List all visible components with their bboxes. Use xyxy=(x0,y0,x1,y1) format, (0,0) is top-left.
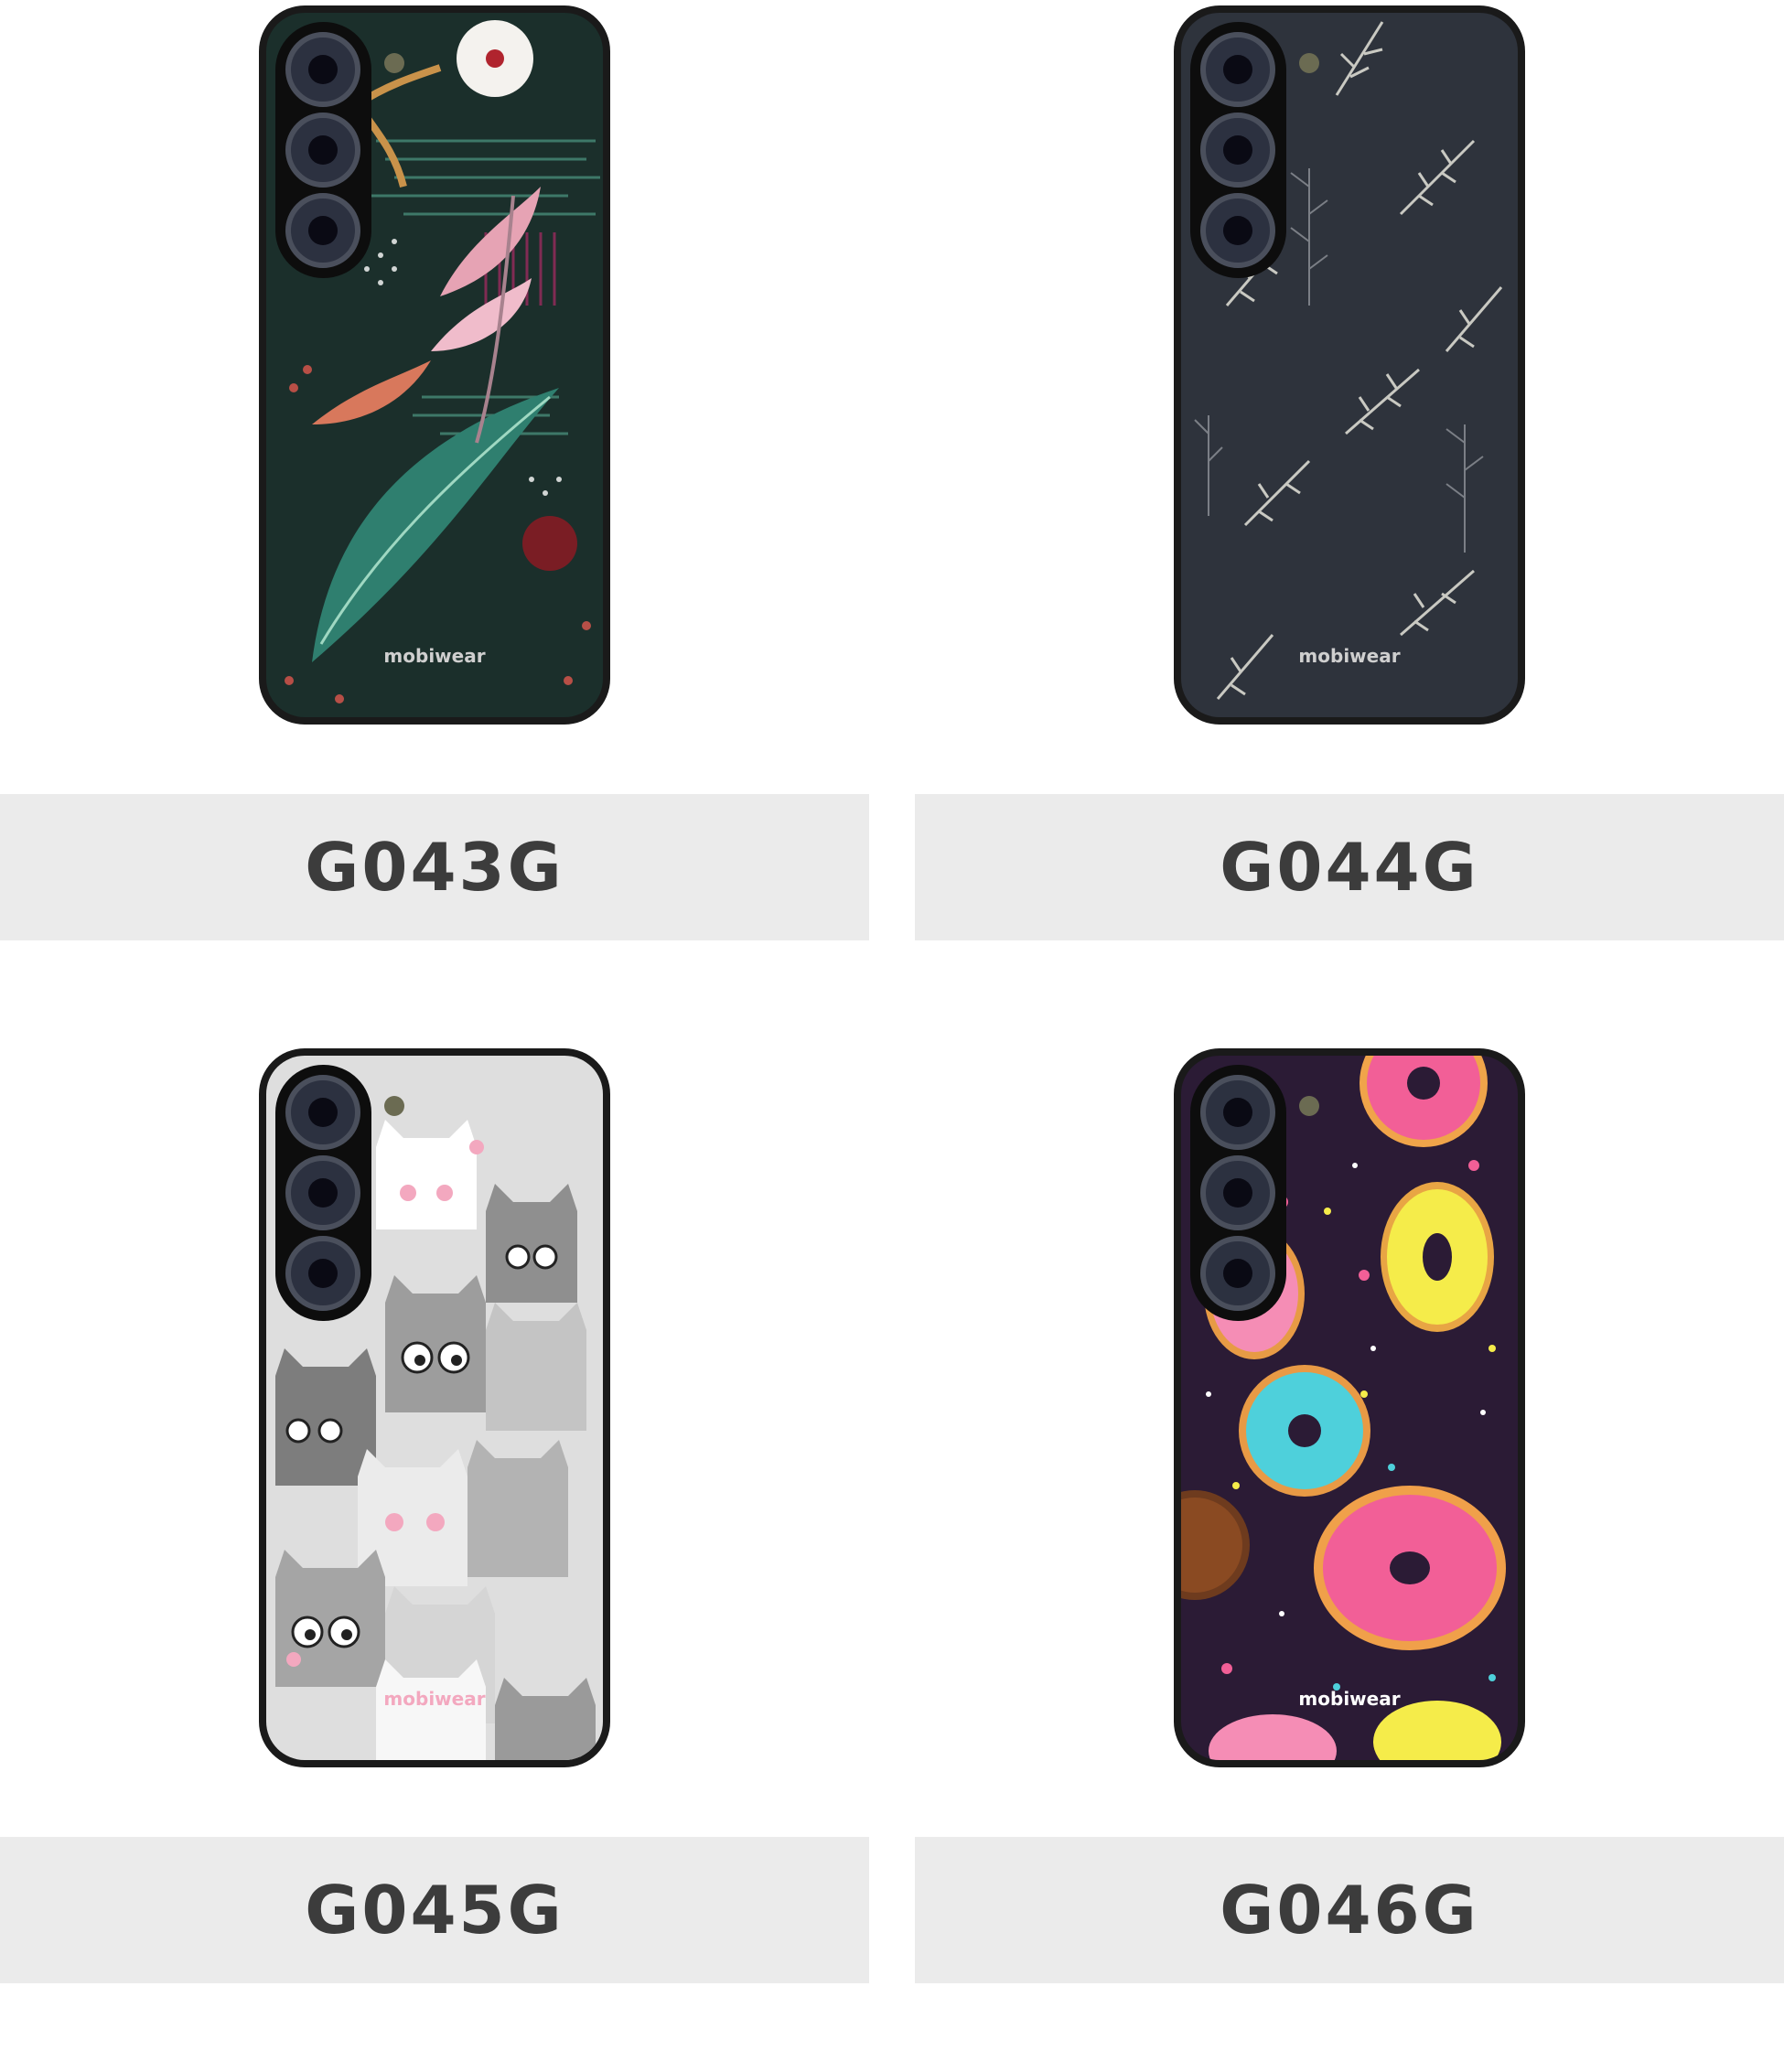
phone-case-image[interactable]: mobiwear xyxy=(257,4,612,726)
phone-case-image[interactable]: mobiwear xyxy=(1172,4,1527,726)
donuts-pattern-icon: mobiwear xyxy=(1174,1048,1525,1767)
brand-logo: mobiwear xyxy=(1298,645,1400,667)
product-code-label: G044G xyxy=(915,794,1784,940)
product-card[interactable]: mobiwear G044G xyxy=(915,0,1784,1029)
product-code-label: G046G xyxy=(915,1837,1784,1983)
grey-leaf-pattern-icon: mobiwear xyxy=(1174,5,1525,725)
product-code: G044G xyxy=(1220,829,1479,906)
product-code: G045G xyxy=(305,1872,564,1949)
tropical-jungle-pattern-icon: mobiwear xyxy=(259,5,610,725)
brand-logo: mobiwear xyxy=(383,1688,485,1710)
phone-case-image[interactable]: mobiwear xyxy=(257,1047,612,1769)
phone-case-image[interactable]: mobiwear xyxy=(1172,1047,1527,1769)
product-code-label: G043G xyxy=(0,794,869,940)
brand-logo: mobiwear xyxy=(1298,1688,1400,1710)
grey-cats-pattern-icon: mobiwear xyxy=(259,1048,610,1767)
product-code: G043G xyxy=(305,829,564,906)
product-card[interactable]: mobiwear G043G xyxy=(0,0,869,1029)
product-card[interactable]: mobiwear G046G xyxy=(915,1043,1784,2072)
product-code: G046G xyxy=(1220,1872,1479,1949)
product-card[interactable]: mobiwear G045G xyxy=(0,1043,869,2072)
product-code-label: G045G xyxy=(0,1837,869,1983)
brand-logo: mobiwear xyxy=(383,645,485,667)
